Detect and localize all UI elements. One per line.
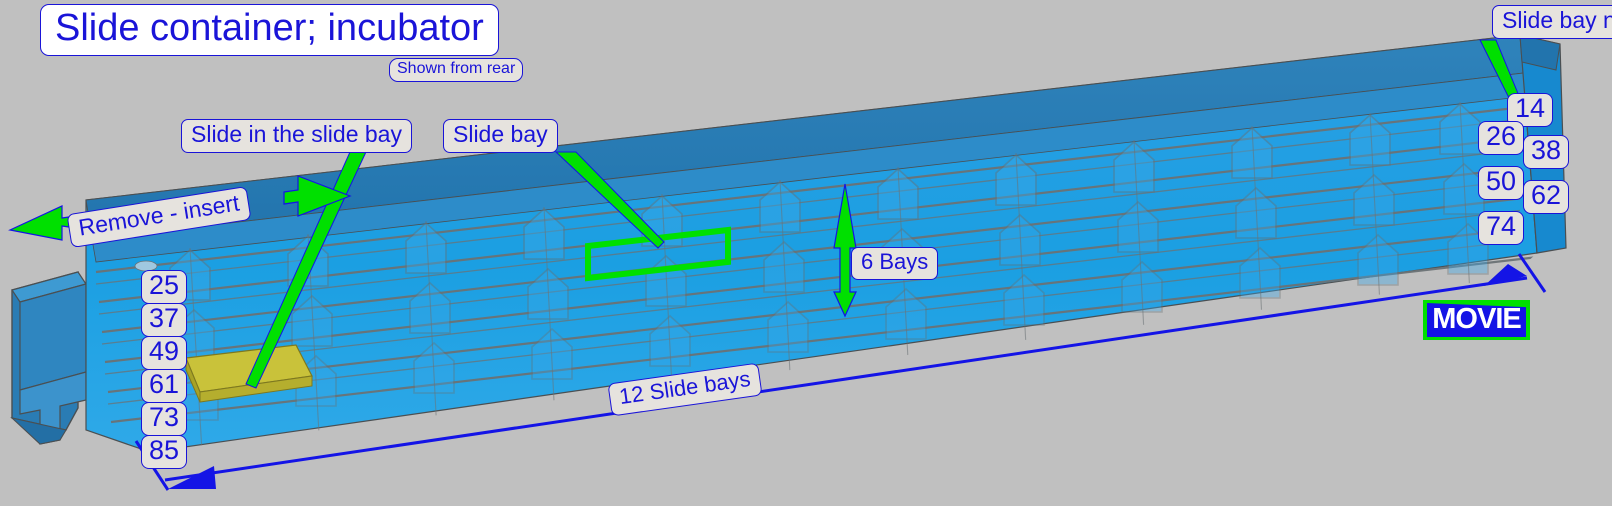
bay-number-right-inner-2: 50 xyxy=(1478,166,1524,200)
dimension-six-bays: 6 Bays xyxy=(851,247,939,280)
movie-badge[interactable]: MOVIE xyxy=(1423,300,1530,340)
figure-subtitle: Shown from rear xyxy=(389,58,524,82)
bay-number-left-6: 85 xyxy=(141,435,187,469)
bay-number-right-inner-3: 74 xyxy=(1478,211,1524,245)
callout-slide-in-the-slide-bay: Slide in the slide bay xyxy=(181,119,412,153)
figure-title: Slide container; incubator xyxy=(40,4,499,56)
callout-slide-bay-numbering: Slide bay numbering xyxy=(1492,5,1612,39)
bay-number-left-1: 25 xyxy=(141,270,187,304)
bay-number-left-3: 49 xyxy=(141,336,187,370)
bay-number-right-outer-2: 38 xyxy=(1523,135,1569,169)
movie-badge-label: MOVIE xyxy=(1432,302,1521,335)
bay-number-left-5: 73 xyxy=(141,402,187,436)
container-handle xyxy=(10,271,87,445)
container-body xyxy=(85,34,1567,453)
bay-number-right-inner-1: 26 xyxy=(1478,121,1524,155)
callout-slide-bay: Slide bay xyxy=(443,119,558,153)
bay-number-left-2: 37 xyxy=(141,303,187,337)
figure-canvas: Slide container; incubator Shown from re… xyxy=(0,0,1612,506)
slide-container-3d-illustration xyxy=(8,34,1567,491)
bay-number-right-outer-3: 62 xyxy=(1523,180,1569,214)
bay-number-left-4: 61 xyxy=(141,369,187,403)
